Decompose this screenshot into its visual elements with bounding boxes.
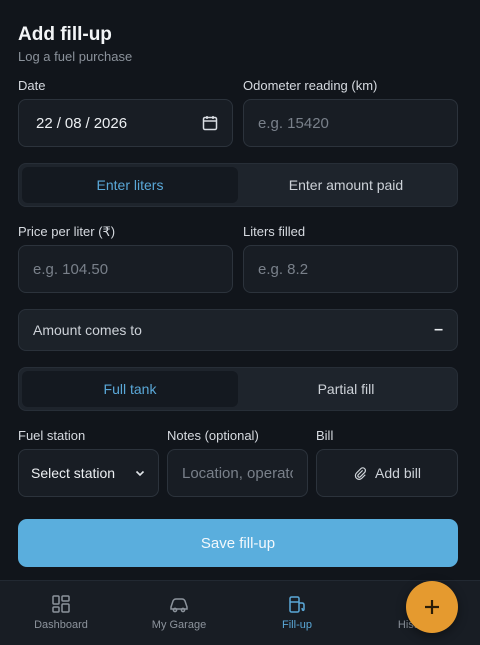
liters-label: Liters filled <box>243 224 306 239</box>
paperclip-icon <box>354 467 367 480</box>
amount-value: – <box>434 321 443 338</box>
nav-item-dashboard[interactable]: Dashboard <box>6 593 116 631</box>
date-month: 08 <box>64 114 82 132</box>
plus-icon <box>425 600 439 614</box>
page-title: Add fill-up <box>18 24 112 45</box>
date-separator: / <box>85 114 90 132</box>
calendar-icon[interactable] <box>202 115 218 131</box>
add-fab-button[interactable] <box>406 581 458 633</box>
car-icon <box>170 598 188 613</box>
amount-summary: Amount comes to – <box>18 309 458 351</box>
liters-input[interactable]: e.g. 8.2 <box>243 245 458 293</box>
date-year: 2026 <box>93 114 128 132</box>
fill-type-toggle: Full tank Partial fill <box>18 367 458 411</box>
bill-label: Bill <box>316 428 334 443</box>
date-input[interactable]: 22 / 08 / 2026 <box>18 99 233 147</box>
amount-label: Amount comes to <box>33 322 142 338</box>
save-fillup-button[interactable]: Save fill-up <box>18 519 458 567</box>
odometer-placeholder: e.g. 15420 <box>258 114 329 132</box>
price-input[interactable]: e.g. 104.50 <box>18 245 233 293</box>
tab-full-tank[interactable]: Full tank <box>22 371 238 407</box>
date-separator: / <box>56 114 61 132</box>
entry-mode-toggle: Enter liters Enter amount paid <box>18 163 458 207</box>
liters-placeholder: e.g. 8.2 <box>258 260 309 278</box>
notes-input[interactable]: Location, operator... <box>167 449 308 497</box>
station-label: Fuel station <box>18 428 86 443</box>
station-select[interactable]: Select station <box>18 449 159 497</box>
nav-item-fill-up[interactable]: Fill-up <box>242 593 352 631</box>
nav-label-fill-up: Fill-up <box>282 619 312 631</box>
price-label: Price per liter (₹) <box>18 224 116 239</box>
page-subtitle: Log a fuel purchase <box>18 49 133 64</box>
odometer-input[interactable]: e.g. 15420 <box>243 99 458 147</box>
odometer-label: Odometer reading (km) <box>243 78 378 93</box>
nav-label-my-garage: My Garage <box>151 619 207 631</box>
dashboard-icon <box>52 595 70 613</box>
price-placeholder: e.g. 104.50 <box>33 260 109 278</box>
tab-enter-amount-paid[interactable]: Enter amount paid <box>238 167 454 203</box>
nav-item-my-garage[interactable]: My Garage <box>124 593 234 631</box>
fuel-icon <box>289 596 305 613</box>
add-bill-label: Add bill <box>375 465 421 481</box>
tab-partial-fill[interactable]: Partial fill <box>238 371 454 407</box>
date-day: 22 <box>36 114 53 132</box>
nav-label-dashboard: Dashboard <box>34 619 88 631</box>
notes-placeholder: Location, operator... <box>182 464 293 482</box>
chevron-down-icon <box>135 470 145 477</box>
station-value: Select station <box>31 465 116 481</box>
tab-enter-liters[interactable]: Enter liters <box>22 167 238 203</box>
notes-label: Notes (optional) <box>167 428 259 443</box>
add-bill-button[interactable]: Add bill <box>316 449 458 497</box>
date-label: Date <box>18 78 46 93</box>
